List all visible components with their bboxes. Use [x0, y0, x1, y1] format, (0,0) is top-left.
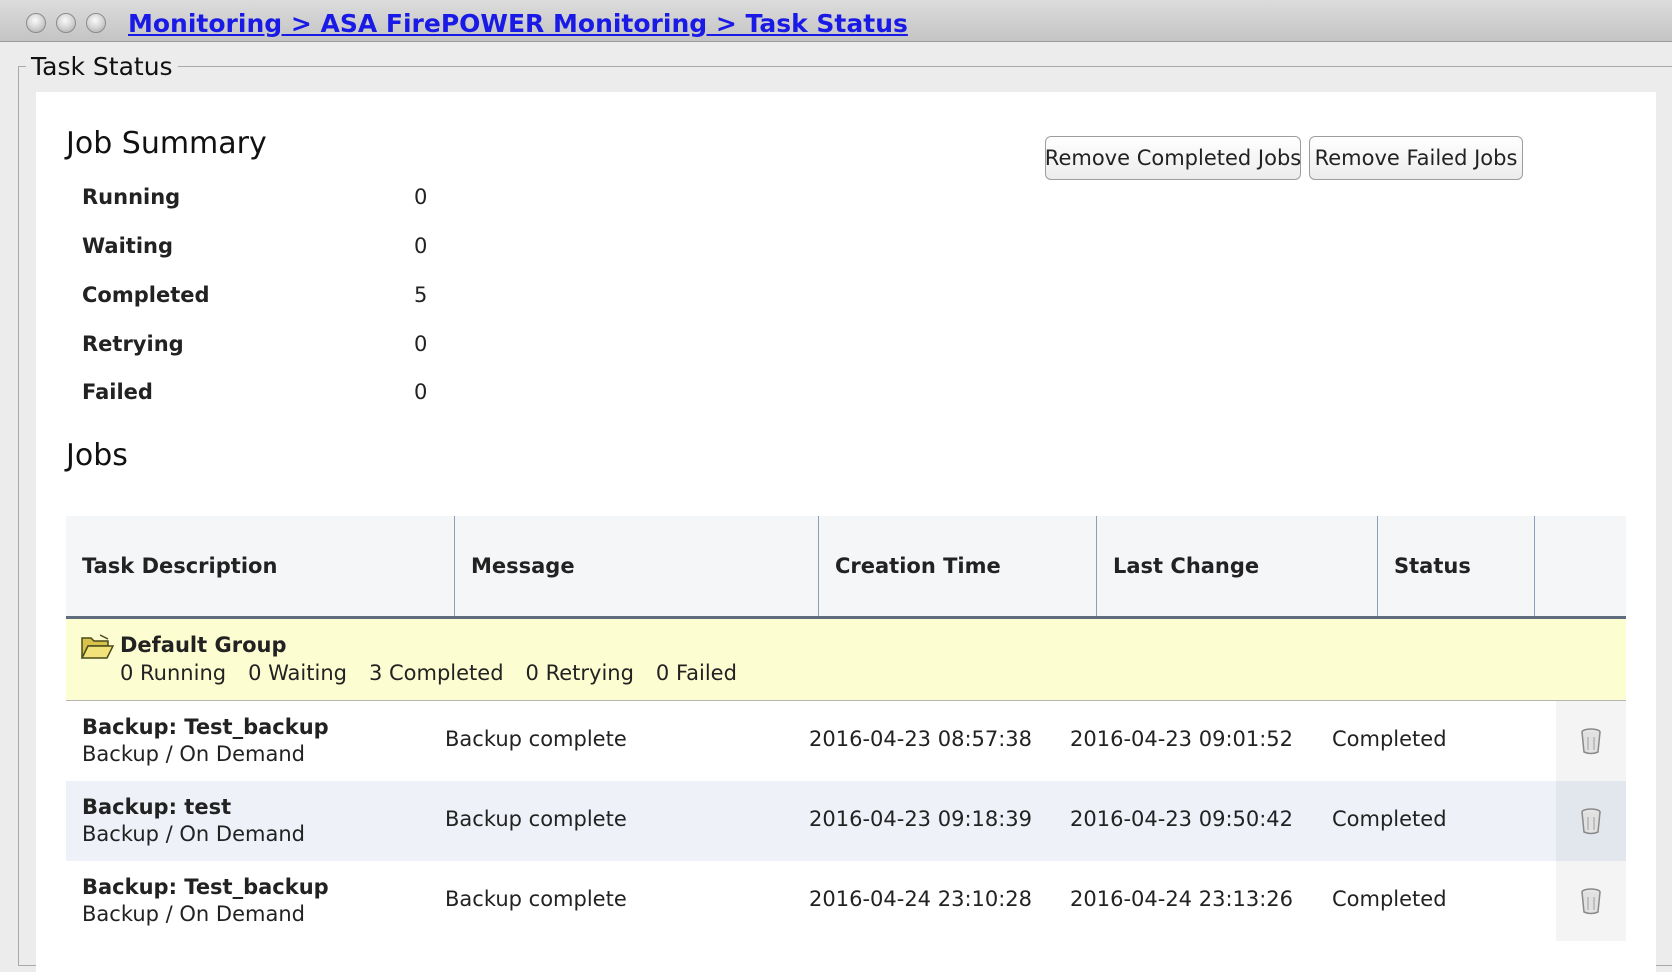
open-folder-icon — [80, 634, 114, 659]
window-controls — [26, 13, 106, 33]
task-type: Backup / On Demand — [82, 902, 305, 926]
minimize-window-icon[interactable] — [56, 13, 76, 33]
group-count-running: 0 Running — [120, 661, 227, 685]
trash-icon — [1581, 888, 1601, 915]
summary-value: 0 — [414, 380, 428, 404]
job-summary-heading: Job Summary — [66, 126, 267, 161]
close-window-icon[interactable] — [26, 13, 46, 33]
table-row[interactable]: Backup: test Backup / On Demand Backup c… — [66, 781, 1626, 861]
summary-row-completed: Completed 5 — [82, 283, 482, 323]
delete-job-button[interactable] — [1556, 861, 1626, 941]
summary-value: 5 — [414, 283, 428, 307]
jobs-heading: Jobs — [66, 438, 128, 473]
summary-value: 0 — [414, 332, 428, 356]
summary-label: Running — [82, 185, 181, 209]
message-cell: Backup complete — [445, 727, 627, 751]
table-row[interactable]: Backup: Test_backup Backup / On Demand B… — [66, 701, 1626, 781]
column-header-status[interactable]: Status — [1378, 516, 1535, 616]
task-name: Backup: Test_backup — [82, 715, 329, 739]
group-count-failed: 0 Failed — [655, 661, 737, 685]
creation-time-cell: 2016-04-23 08:57:38 — [809, 727, 1033, 751]
summary-row-waiting: Waiting 0 — [82, 234, 482, 274]
message-cell: Backup complete — [445, 887, 627, 911]
group-count-retrying: 0 Retrying — [525, 661, 634, 685]
remove-completed-jobs-button[interactable]: Remove Completed Jobs — [1045, 136, 1301, 180]
column-header-last-change[interactable]: Last Change — [1097, 516, 1378, 616]
summary-value: 0 — [414, 234, 428, 258]
zoom-window-icon[interactable] — [86, 13, 106, 33]
message-cell: Backup complete — [445, 807, 627, 831]
summary-label: Retrying — [82, 332, 184, 356]
summary-row-running: Running 0 — [82, 185, 482, 225]
breadcrumb[interactable]: Monitoring > ASA FirePOWER Monitoring > … — [128, 9, 908, 38]
trash-icon — [1581, 808, 1601, 835]
column-header-message[interactable]: Message — [455, 516, 819, 616]
summary-label: Failed — [82, 380, 153, 404]
group-count-waiting: 0 Waiting — [248, 661, 347, 685]
task-status-panel: Job Summary Remove Completed Jobs Remove… — [36, 92, 1656, 972]
creation-time-cell: 2016-04-24 23:10:28 — [809, 887, 1033, 911]
last-change-cell: 2016-04-23 09:50:42 — [1070, 807, 1294, 831]
status-cell: Completed — [1332, 807, 1447, 831]
task-name: Backup: Test_backup — [82, 875, 329, 899]
task-description-cell: Backup: Test_backup Backup / On Demand — [82, 714, 329, 768]
status-cell: Completed — [1332, 887, 1447, 911]
group-name: Default Group — [120, 633, 287, 657]
column-header-actions — [1535, 516, 1626, 616]
jobs-table: Task Description Message Creation Time L… — [66, 516, 1626, 941]
default-group-row[interactable]: Default Group 0 Running 0 Waiting 3 Comp… — [66, 619, 1626, 701]
task-description-cell: Backup: Test_backup Backup / On Demand — [82, 874, 329, 928]
last-change-cell: 2016-04-24 23:13:26 — [1070, 887, 1294, 911]
summary-label: Completed — [82, 283, 210, 307]
summary-label: Waiting — [82, 234, 174, 258]
delete-job-button[interactable] — [1556, 781, 1626, 861]
delete-job-button[interactable] — [1556, 701, 1626, 781]
summary-row-retrying: Retrying 0 — [82, 332, 482, 372]
fieldset-legend: Task Status — [26, 52, 178, 81]
summary-row-failed: Failed 0 — [82, 380, 482, 420]
jobs-table-header: Task Description Message Creation Time L… — [66, 516, 1626, 619]
remove-failed-jobs-button[interactable]: Remove Failed Jobs — [1309, 136, 1523, 180]
status-cell: Completed — [1332, 727, 1447, 751]
summary-value: 0 — [414, 185, 428, 209]
task-type: Backup / On Demand — [82, 822, 305, 846]
column-header-creation-time[interactable]: Creation Time — [819, 516, 1097, 616]
task-description-cell: Backup: test Backup / On Demand — [82, 794, 305, 848]
task-name: Backup: test — [82, 795, 232, 819]
table-row[interactable]: Backup: Test_backup Backup / On Demand B… — [66, 861, 1626, 941]
creation-time-cell: 2016-04-23 09:18:39 — [809, 807, 1033, 831]
column-header-task-description[interactable]: Task Description — [66, 516, 455, 616]
trash-icon — [1581, 728, 1601, 755]
window-titlebar: Monitoring > ASA FirePOWER Monitoring > … — [0, 0, 1672, 42]
last-change-cell: 2016-04-23 09:01:52 — [1070, 727, 1294, 751]
group-counts: 0 Running 0 Waiting 3 Completed 0 Retryi… — [120, 661, 737, 685]
group-count-completed: 3 Completed — [368, 661, 504, 685]
task-type: Backup / On Demand — [82, 742, 305, 766]
